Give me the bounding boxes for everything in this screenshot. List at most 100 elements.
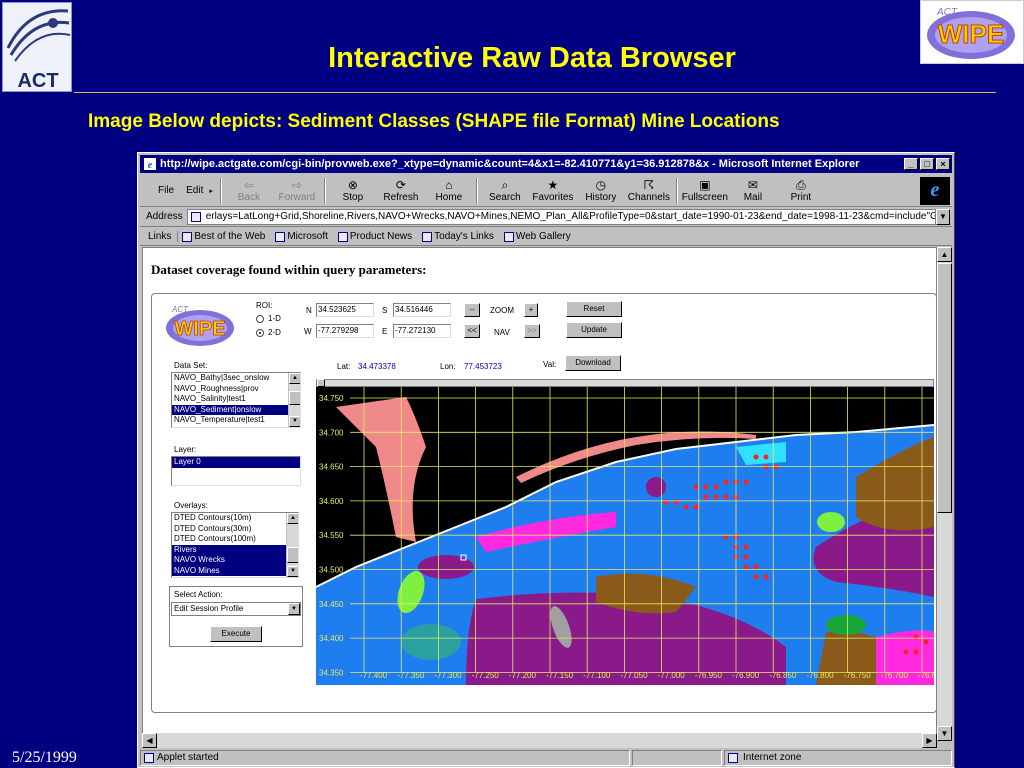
overlay-item[interactable]: NAVO Mines — [172, 565, 298, 576]
page-vertical-scrollbar[interactable]: ▲ ▼ — [937, 247, 952, 741]
lat-tick-label: 34.550 — [319, 531, 344, 540]
dataset-item[interactable]: NAVO_Sediment|onslow — [172, 404, 300, 415]
overlays-scrollbar[interactable]: ▲ ▼ — [286, 513, 298, 577]
overlay-item[interactable]: DTED Contours(30m) — [172, 524, 298, 535]
status-progress-panel — [632, 750, 722, 766]
chevron-down-icon[interactable]: ▼ — [288, 603, 300, 615]
roi-label: ROI: — [256, 301, 273, 310]
menu-edit[interactable]: Edit — [180, 185, 209, 196]
overlay-item[interactable]: DTED Contours(10m) — [172, 513, 298, 524]
browser-titlebar[interactable]: e http://wipe.actgate.com/cgi-bin/provwe… — [140, 155, 952, 173]
overlays-listbox[interactable]: DTED Contours(10m) DTED Contours(30m) DTED… — [171, 512, 299, 578]
overlay-item[interactable]: Rivers — [172, 544, 298, 555]
refresh-button[interactable]: ⟳ Refresh — [377, 178, 425, 204]
zoom-in-button[interactable]: + — [524, 303, 538, 317]
status-text: Applet started — [157, 752, 219, 763]
channels-button[interactable]: ☈ Channels — [625, 178, 673, 204]
lon-tick-label: -76.750 — [844, 671, 872, 680]
page-horizontal-scrollbar[interactable]: ◀ ▶ — [142, 733, 937, 748]
mail-button[interactable]: ✉ Mail — [729, 178, 777, 204]
dataset-item[interactable]: NAVO_Bathy|3sec_onslow — [172, 373, 300, 384]
stop-button[interactable]: ⊗ Stop — [329, 178, 377, 204]
browser-toolbar: File Edit ▸ ⇦ Back ⇨ Forward ⊗ Stop ⟳ Refresh ⌂ H… — [140, 175, 952, 207]
link-item[interactable]: Microsoft — [275, 231, 328, 242]
link-label: Product News — [349, 231, 413, 242]
action-select[interactable]: Edit Session Profile ▼ — [171, 602, 301, 616]
east-input[interactable]: -77.272130 — [393, 324, 451, 338]
history-button[interactable]: ◷ History — [577, 178, 625, 204]
print-button[interactable]: ⎙ Print — [777, 178, 825, 204]
lon-value: 77.453723 — [464, 362, 502, 371]
page-icon — [182, 231, 193, 242]
dataset-item[interactable]: NAVO_Roughness|prov — [172, 384, 300, 395]
scroll-right-button[interactable]: ▶ — [922, 733, 937, 748]
link-item[interactable]: Web Gallery — [503, 231, 571, 242]
status-zone-panel: Internet zone — [724, 750, 952, 766]
toolbar-button-label: Fullscreen — [681, 191, 728, 203]
overlay-item[interactable]: NAVO Wrecks — [172, 555, 298, 566]
dataset-listbox[interactable]: NAVO_Bathy|3sec_onslow NAVO_Roughness|pro… — [171, 372, 301, 428]
links-bar: Links Best of the Web Microsoft Product Ne… — [140, 228, 952, 246]
lon-tick-label: -77.050 — [620, 671, 648, 680]
lon-label: Lon: — [440, 362, 456, 371]
page-icon — [503, 231, 514, 242]
north-label: N — [306, 306, 312, 315]
page-icon — [190, 211, 201, 222]
roi-1d-radio[interactable] — [256, 315, 264, 323]
links-label[interactable]: Links — [140, 231, 179, 242]
layer-item[interactable]: Layer 0 — [172, 457, 300, 468]
title-divider — [74, 92, 996, 93]
minimize-button[interactable]: _ — [904, 158, 918, 170]
north-input[interactable]: 34.523625 — [316, 303, 374, 317]
scroll-left-button[interactable]: ◀ — [142, 733, 157, 748]
sediment-green-region — [826, 615, 866, 635]
layer-listbox[interactable]: Layer 0 — [171, 456, 301, 486]
address-label: Address — [146, 211, 183, 222]
lat-label: Lat: — [337, 362, 351, 371]
download-button[interactable]: Download — [565, 355, 621, 371]
toolbar-button-label: Channels — [627, 191, 670, 203]
dataset-scrollbar[interactable]: ▲ ▼ — [288, 373, 300, 427]
link-item[interactable]: Best of the Web — [182, 231, 265, 242]
nav-left-button[interactable]: << — [464, 324, 480, 338]
south-input[interactable]: 34.516446 — [393, 303, 451, 317]
slider-knob[interactable] — [317, 379, 325, 387]
address-dropdown-button[interactable]: ▼ — [936, 208, 950, 225]
favorites-icon: ★ — [547, 177, 559, 192]
dataset-item[interactable]: NAVO_Temperature|test1 — [172, 415, 300, 426]
lon-tick-label: -77.000 — [658, 671, 686, 680]
favorites-button[interactable]: ★ Favorites — [529, 178, 577, 204]
reset-button[interactable]: Reset — [566, 301, 622, 317]
back-button[interactable]: ⇦ Back — [225, 178, 273, 204]
search-button[interactable]: ⌕ Search — [481, 178, 529, 204]
execute-button[interactable]: Execute — [210, 626, 262, 642]
link-label: Today's Links — [434, 231, 494, 242]
sediment-map[interactable]: 34.750 34.700 34.650 34.600 34.550 34.500 34.4… — [316, 387, 934, 685]
home-button[interactable]: ⌂ Home — [425, 178, 473, 204]
zoom-out-button[interactable]: -- — [464, 303, 480, 317]
west-input[interactable]: -77.279298 — [316, 324, 374, 338]
roi-2d-radio[interactable] — [256, 329, 264, 337]
layer-label: Layer: — [174, 445, 197, 454]
nav-right-button[interactable]: >> — [524, 324, 540, 338]
dataset-item[interactable]: NAVO_Salinity|test1 — [172, 394, 300, 405]
address-input[interactable]: erlays=LatLong+Grid,Shoreline,Rivers,NAV… — [186, 208, 936, 225]
scroll-up-button[interactable]: ▲ — [937, 247, 952, 262]
link-item[interactable]: Today's Links — [422, 231, 494, 242]
search-icon: ⌕ — [501, 177, 509, 192]
forward-button[interactable]: ⇨ Forward — [273, 178, 321, 204]
fullscreen-button[interactable]: ▣ Fullscreen — [681, 178, 729, 204]
link-item[interactable]: Product News — [337, 231, 413, 242]
mine-marker — [743, 554, 749, 560]
menu-file[interactable]: File — [152, 185, 180, 196]
update-button[interactable]: Update — [566, 322, 622, 338]
map-horizontal-slider[interactable] — [316, 379, 934, 387]
scroll-thumb[interactable] — [937, 263, 952, 513]
scroll-down-button[interactable]: ▼ — [937, 726, 952, 741]
overlay-item[interactable]: DTED Contours(100m) — [172, 534, 298, 545]
close-button[interactable]: × — [936, 158, 950, 170]
lat-tick-label: 34.600 — [319, 497, 344, 506]
page-icon — [422, 231, 433, 242]
ie-window-icon[interactable]: e — [144, 158, 156, 171]
maximize-button[interactable]: □ — [920, 158, 934, 170]
